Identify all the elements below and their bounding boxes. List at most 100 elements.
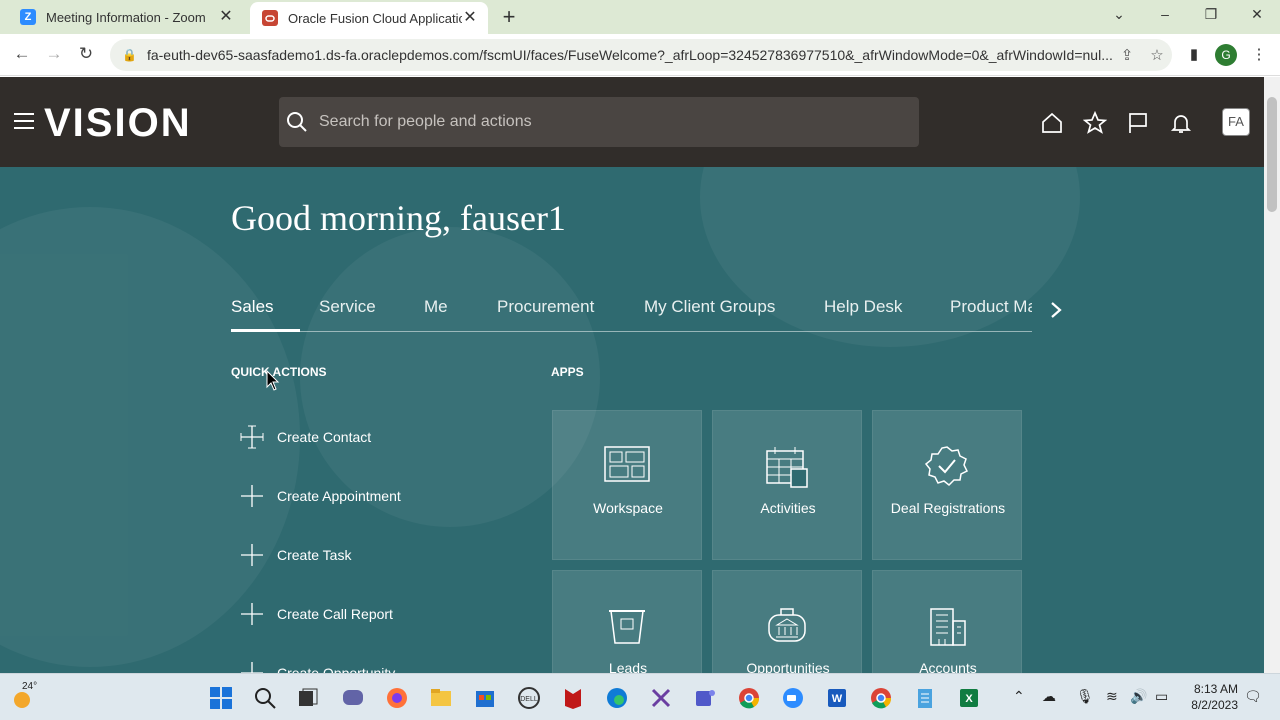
svg-text:X: X [965, 693, 973, 705]
wifi-icon[interactable]: ≋ [1106, 688, 1118, 705]
windows-taskbar: 24° DELL W X ⌃ ☁ 🎙 ≋ 🔊 ▭ 8:13 AM 8/2/202… [0, 673, 1280, 720]
file-explorer-icon[interactable] [429, 686, 453, 710]
app-card-opportunities[interactable]: Opportunities [712, 570, 862, 673]
microphone-icon[interactable]: 🎙 [1076, 688, 1094, 705]
scrollbar-thumb[interactable] [1267, 97, 1277, 212]
greeting-heading: Good morning, fauser1 [231, 198, 566, 238]
svg-text:DELL: DELL [520, 696, 538, 703]
url-text[interactable]: fa-euth-dev65-saasfademo1.ds-fa.oraclepd… [147, 47, 1112, 63]
search-icon[interactable] [253, 686, 277, 710]
tab-sales[interactable]: Sales [231, 297, 274, 317]
profile-avatar[interactable]: G [1215, 44, 1237, 66]
quick-action-label: Create Task [277, 547, 352, 563]
app-card-label: Leads [608, 660, 648, 673]
notifications-bell-icon[interactable] [1169, 111, 1193, 135]
plus-icon [240, 425, 264, 449]
word-icon[interactable]: W [825, 686, 849, 710]
svg-text:W: W [832, 693, 843, 705]
notepad-icon[interactable] [913, 686, 937, 710]
plus-icon [241, 544, 263, 566]
badge-check-icon [924, 446, 969, 487]
oracle-icon [262, 10, 278, 26]
close-icon[interactable]: ✕ [462, 10, 478, 26]
onedrive-icon[interactable]: ☁ [1042, 688, 1056, 705]
tab-me[interactable]: Me [424, 297, 448, 317]
chrome-profile-icon[interactable] [869, 686, 893, 710]
app-card-workspace[interactable]: Workspace [552, 410, 702, 560]
minimize-icon[interactable]: – [1153, 6, 1177, 28]
tab-procurement[interactable]: Procurement [497, 297, 594, 317]
quick-action-create-task[interactable]: Create Task [240, 540, 351, 570]
back-icon[interactable]: ← [10, 44, 34, 66]
tab-product-management[interactable]: Product Ma [950, 297, 1032, 317]
bookmark-star-icon[interactable]: ☆ [1142, 46, 1172, 64]
app-card-accounts[interactable]: Accounts [872, 570, 1022, 673]
search-input[interactable] [319, 113, 919, 131]
edge-icon[interactable] [605, 686, 629, 710]
chevron-up-icon[interactable]: ⌃ [1013, 688, 1025, 705]
address-bar[interactable]: 🔒 fa-euth-dev65-saasfademo1.ds-fa.oracle… [110, 39, 1172, 71]
teams-icon[interactable] [693, 686, 717, 710]
home-icon[interactable] [1040, 111, 1064, 135]
tab-title: Meeting Information - Zoom [46, 9, 206, 25]
app-card-label: Accounts [919, 660, 977, 673]
app-card-label: Activities [760, 500, 816, 516]
watchlist-flag-icon[interactable] [1126, 111, 1150, 135]
chat-icon[interactable] [341, 686, 365, 710]
task-view-icon[interactable] [296, 686, 320, 710]
browser-tab-oracle[interactable]: Oracle Fusion Cloud Applications ✕ [250, 2, 488, 34]
quick-action-label: Create Opportunity [277, 665, 396, 673]
browser-tab-zoom[interactable]: Z Meeting Information - Zoom ✕ [8, 0, 244, 34]
system-clock[interactable]: 8:13 AM 8/2/2023 [1186, 681, 1238, 713]
window-close-icon[interactable]: ✕ [1245, 6, 1269, 28]
firefox-icon[interactable] [385, 686, 409, 710]
dell-icon[interactable]: DELL [517, 686, 541, 710]
reload-icon[interactable]: ↻ [74, 44, 98, 66]
menu-icon[interactable]: ⋮ [1248, 45, 1270, 67]
user-avatar[interactable]: FA [1222, 108, 1250, 136]
app-header: VISION FA [0, 77, 1264, 167]
lock-icon: 🔒 [122, 48, 137, 62]
apps-title: APPS [551, 365, 584, 379]
clock-date: 8/2/2023 [1191, 698, 1238, 712]
quick-action-create-contact[interactable]: Create Contact [240, 422, 371, 452]
page-scrollbar[interactable] [1264, 77, 1280, 673]
favorites-star-icon[interactable] [1083, 111, 1107, 135]
notification-center-icon[interactable]: 🗨 [1244, 688, 1262, 705]
forward-icon[interactable]: → [42, 44, 66, 66]
close-icon[interactable]: ✕ [218, 9, 234, 25]
new-tab-button[interactable]: + [498, 6, 520, 29]
quick-action-create-call-report[interactable]: Create Call Report [240, 599, 393, 629]
global-search[interactable] [279, 97, 919, 147]
vision-logo[interactable]: VISION [44, 101, 192, 146]
hamburger-menu-icon[interactable] [14, 113, 34, 131]
active-tab-indicator [231, 329, 300, 332]
restore-icon[interactable]: ❐ [1199, 6, 1223, 28]
app-card-deal-registrations[interactable]: Deal Registrations [872, 410, 1022, 560]
tab-help-desk[interactable]: Help Desk [824, 297, 902, 317]
windows-start-icon[interactable] [209, 686, 233, 710]
app-card-activities[interactable]: Activities [712, 410, 862, 560]
tab-my-client-groups[interactable]: My Client Groups [644, 297, 775, 317]
volume-icon[interactable]: 🔊 [1130, 688, 1147, 705]
plus-icon [241, 662, 263, 673]
chevron-right-icon[interactable] [1046, 300, 1066, 320]
quick-action-create-opportunity[interactable]: Create Opportunity [240, 658, 395, 673]
chrome-icon[interactable] [737, 686, 761, 710]
battery-icon[interactable]: ▭ [1155, 688, 1168, 705]
snipping-tool-icon[interactable] [649, 686, 673, 710]
quick-action-create-appointment[interactable]: Create Appointment [240, 481, 401, 511]
zoom-icon[interactable] [781, 686, 805, 710]
weather-temperature: 24° [22, 681, 38, 692]
mouse-cursor-icon [266, 370, 280, 391]
leads-icon [609, 610, 645, 644]
store-icon[interactable] [473, 686, 497, 710]
side-panel-icon[interactable]: ▮ [1183, 45, 1205, 67]
app-card-leads[interactable]: Leads [552, 570, 702, 673]
share-icon[interactable]: ⇪ [1112, 46, 1142, 64]
excel-icon[interactable]: X [957, 686, 981, 710]
search-icon [287, 112, 307, 132]
mcafee-icon[interactable] [561, 686, 585, 710]
tab-search-icon[interactable]: ⌄ [1107, 6, 1131, 28]
tab-service[interactable]: Service [319, 297, 376, 317]
